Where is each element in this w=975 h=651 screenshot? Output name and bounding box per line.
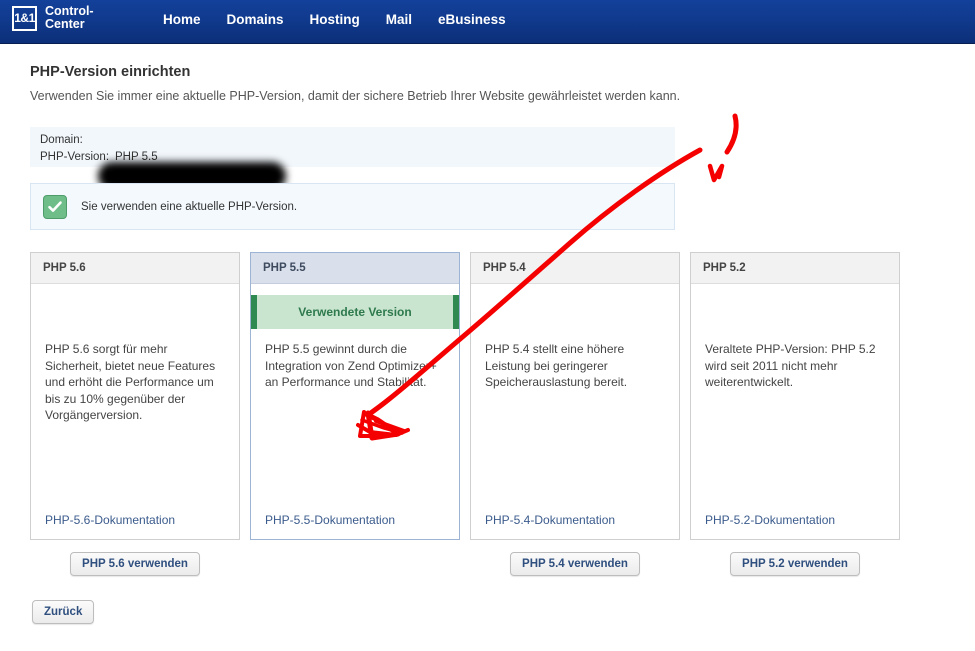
card-column-php55: PHP 5.5 Verwendete Version PHP 5.5 gewin…: [250, 252, 460, 580]
card-title: PHP 5.5: [251, 253, 459, 284]
nav-item-mail[interactable]: Mail: [386, 12, 412, 27]
nav-item-ebusiness[interactable]: eBusiness: [438, 12, 506, 27]
page-title: PHP-Version einrichten: [30, 64, 191, 80]
status-notice-text: Sie verwenden eine aktuelle PHP-Version.: [81, 200, 298, 213]
card-documentation-link[interactable]: PHP-5.4-Dokumentation: [485, 513, 615, 527]
card-action: PHP 5.4 verwenden: [470, 540, 680, 580]
card-action: [250, 540, 460, 580]
card-title: PHP 5.6: [31, 253, 239, 284]
card-column-php54: PHP 5.4 PHP 5.4 stellt eine höhere Leist…: [470, 252, 680, 580]
page-subtitle: Verwenden Sie immer eine aktuelle PHP-Ve…: [30, 89, 681, 103]
php-version-card[interactable]: PHP 5.4 PHP 5.4 stellt eine höhere Leist…: [470, 252, 680, 540]
card-title: PHP 5.2: [691, 253, 899, 284]
nav-item-home[interactable]: Home: [163, 12, 201, 27]
nav-item-domains[interactable]: Domains: [227, 12, 284, 27]
php-version-card[interactable]: PHP 5.2 Veraltete PHP-Version: PHP 5.2 w…: [690, 252, 900, 540]
current-version-badge: Verwendete Version: [251, 295, 459, 329]
domain-info-panel: Domain: PHP-Version: PHP 5.5: [30, 127, 675, 167]
php-version-card[interactable]: PHP 5.6 PHP 5.6 sorgt für mehr Sicherhei…: [30, 252, 240, 540]
domain-row: Domain:: [40, 132, 675, 149]
use-php56-button[interactable]: PHP 5.6 verwenden: [70, 552, 200, 576]
card-action: PHP 5.2 verwenden: [690, 540, 900, 580]
php-version-card-active[interactable]: PHP 5.5 Verwendete Version PHP 5.5 gewin…: [250, 252, 460, 540]
card-description: PHP 5.4 stellt eine höhere Leistung bei …: [485, 342, 628, 389]
top-navigation-bar: 1&1 Control- Center Home Domains Hosting…: [0, 0, 975, 44]
brand-title: Control- Center: [45, 4, 94, 31]
check-icon: [43, 194, 67, 219]
nav-item-hosting[interactable]: Hosting: [310, 12, 360, 27]
domain-label: Domain:: [40, 134, 83, 146]
card-column-php56: PHP 5.6 PHP 5.6 sorgt für mehr Sicherhei…: [30, 252, 240, 580]
footer-actions: Zurück: [32, 600, 95, 624]
card-column-php52: PHP 5.2 Veraltete PHP-Version: PHP 5.2 w…: [690, 252, 900, 580]
oneandone-logo-icon: 1&1: [12, 5, 37, 31]
card-documentation-link[interactable]: PHP-5.5-Dokumentation: [265, 513, 395, 527]
use-php54-button[interactable]: PHP 5.4 verwenden: [510, 552, 640, 576]
use-php52-button[interactable]: PHP 5.2 verwenden: [730, 552, 860, 576]
card-description: PHP 5.5 gewinnt durch die Integration vo…: [265, 342, 437, 389]
back-button[interactable]: Zurück: [32, 600, 95, 624]
status-notice: Sie verwenden eine aktuelle PHP-Version.: [30, 183, 675, 230]
card-title: PHP 5.4: [471, 253, 679, 284]
php-version-cards: PHP 5.6 PHP 5.6 sorgt für mehr Sicherhei…: [30, 252, 945, 580]
card-description: PHP 5.6 sorgt für mehr Sicherheit, biete…: [45, 342, 216, 422]
card-description: Veraltete PHP-Version: PHP 5.2 wird seit…: [705, 342, 876, 389]
card-documentation-link[interactable]: PHP-5.6-Dokumentation: [45, 513, 175, 527]
nav-menu: Home Domains Hosting Mail eBusiness: [163, 12, 506, 27]
card-documentation-link[interactable]: PHP-5.2-Dokumentation: [705, 513, 835, 527]
card-action: PHP 5.6 verwenden: [30, 540, 240, 580]
brand[interactable]: 1&1 Control- Center: [12, 5, 94, 31]
